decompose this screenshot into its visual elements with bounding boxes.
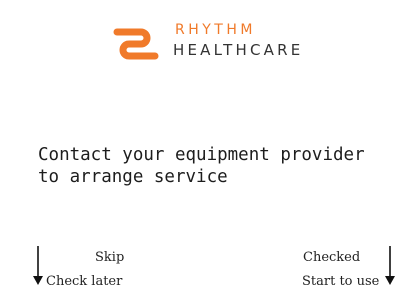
check-later-label: Check later xyxy=(46,274,123,289)
rhythm-logo-icon xyxy=(113,28,159,60)
checked-start-to-use-action[interactable]: Checked Start to use xyxy=(282,246,418,289)
arrow-down-icon xyxy=(385,246,395,285)
brand-logo: RHYTHM HEALTHCARE xyxy=(111,22,331,62)
brand-name-line1: RHYTHM xyxy=(175,22,256,38)
checked-label: Checked xyxy=(303,250,361,265)
skip-check-later-action[interactable]: Skip Check later xyxy=(32,246,172,289)
skip-label: Skip xyxy=(95,250,125,265)
arrow-down-icon xyxy=(33,246,43,285)
start-to-use-label: Start to use xyxy=(302,274,380,289)
brand-name-line2: HEALTHCARE xyxy=(173,41,304,59)
service-message: Contact your equipment provider to arran… xyxy=(38,145,365,187)
